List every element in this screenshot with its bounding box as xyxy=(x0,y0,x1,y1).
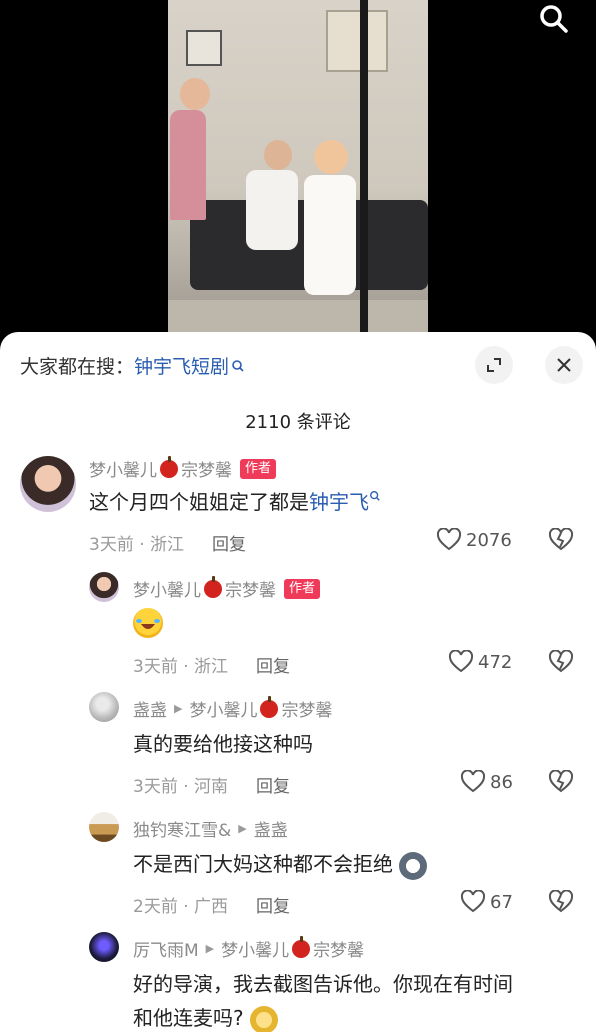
avatar[interactable] xyxy=(89,812,119,842)
close-icon xyxy=(557,358,571,372)
comment-text: 不是西门大妈这种都不会拒绝 xyxy=(133,848,428,880)
like-count: 472 xyxy=(478,651,513,673)
like-button[interactable]: 472 xyxy=(448,650,512,674)
search-icon xyxy=(232,359,244,372)
broken-heart-icon xyxy=(548,889,574,913)
comment-meta: 2天前 · 广西 回复 xyxy=(133,897,291,917)
avatar[interactable] xyxy=(89,572,119,602)
reply-arrow-icon: ▶ xyxy=(205,942,215,955)
wall-picture xyxy=(326,10,388,72)
broken-heart-icon xyxy=(548,527,574,551)
hot-search-keyword[interactable]: 钟宇飞短剧 xyxy=(134,352,229,379)
heart-icon xyxy=(436,528,462,551)
dislike-button[interactable] xyxy=(548,889,574,918)
reply-button[interactable]: 回复 xyxy=(256,657,290,677)
person-head xyxy=(180,78,210,110)
avatar[interactable] xyxy=(89,692,119,722)
person-seated xyxy=(246,170,298,250)
comment-text-line: 和他连麦吗? xyxy=(133,1002,278,1032)
heart-icon xyxy=(460,770,486,793)
expand-button[interactable] xyxy=(475,346,513,384)
expand-icon xyxy=(487,358,501,372)
like-button[interactable]: 2076 xyxy=(436,528,512,552)
person-standing xyxy=(170,110,206,220)
heart-icon xyxy=(448,650,474,673)
reply-button[interactable]: 回复 xyxy=(256,897,290,917)
comment-author[interactable]: 独钓寒江雪& ▶ 盏盏 xyxy=(133,816,288,841)
broken-heart-icon xyxy=(548,769,574,793)
hot-search-bar[interactable]: 大家都在搜： 钟宇飞短剧 xyxy=(20,352,245,379)
apple-icon xyxy=(292,935,311,958)
apple-icon xyxy=(160,455,178,478)
comment-text: 真的要给他接这种吗 xyxy=(133,732,313,756)
comment-author[interactable]: 梦小馨儿 宗梦馨 作者 xyxy=(133,575,321,601)
broken-heart-icon xyxy=(548,649,574,673)
like-count: 2076 xyxy=(466,529,512,551)
comment-text: 这个月四个姐姐定了都是钟宇飞 xyxy=(89,486,381,518)
reply-button[interactable]: 回复 xyxy=(256,777,290,797)
search-icon xyxy=(370,491,380,501)
husky-emoji xyxy=(399,851,428,880)
like-button[interactable]: 86 xyxy=(460,770,513,794)
person-head xyxy=(314,140,348,174)
dislike-button[interactable] xyxy=(548,649,574,678)
light-stand xyxy=(360,0,368,340)
reply-arrow-icon: ▶ xyxy=(174,702,183,715)
search-icon[interactable] xyxy=(534,0,574,40)
wall-picture xyxy=(186,30,222,66)
video-frame xyxy=(168,0,428,340)
laugh-cry-emoji xyxy=(133,608,163,638)
reply-arrow-icon: ▶ xyxy=(238,822,247,835)
comment-count: 2110 条评论 xyxy=(245,412,351,433)
comment-keyword-link[interactable]: 钟宇飞 xyxy=(309,490,369,514)
apple-icon xyxy=(204,575,222,598)
apple-icon xyxy=(260,695,279,718)
hot-search-prefix: 大家都在搜： xyxy=(20,356,135,378)
avatar[interactable] xyxy=(20,456,76,512)
thinking-emoji xyxy=(249,1005,278,1032)
like-count: 86 xyxy=(490,771,513,793)
like-count: 67 xyxy=(490,891,513,913)
close-button[interactable] xyxy=(545,346,583,384)
author-badge: 作者 xyxy=(240,458,277,479)
comment-sheet: 大家都在搜： 钟宇飞短剧 2110 条评论 梦小馨儿 宗梦馨 作者 这个月四个姐姐… xyxy=(0,332,596,1032)
comment-meta: 3天前 · 河南 回复 xyxy=(133,777,291,797)
heart-icon xyxy=(460,890,486,913)
comment-text-line: 好的导演，我去截图告诉他。你现在有时间 xyxy=(133,972,513,996)
author-badge: 作者 xyxy=(284,578,321,599)
reply-button[interactable]: 回复 xyxy=(212,535,246,555)
comment-author[interactable]: 梦小馨儿 宗梦馨 作者 xyxy=(89,455,277,481)
avatar[interactable] xyxy=(89,932,119,962)
dislike-button[interactable] xyxy=(548,769,574,798)
person-head xyxy=(264,140,292,170)
comment-author[interactable]: 厉飞雨M ▶ 梦小馨儿 宗梦馨 xyxy=(133,935,364,961)
person-seated xyxy=(304,175,356,295)
dislike-button[interactable] xyxy=(548,527,574,556)
comment-meta: 3天前 · 浙江 回复 xyxy=(133,657,291,677)
comment-meta: 3天前 · 浙江 回复 xyxy=(89,535,247,555)
video-player[interactable] xyxy=(0,0,596,340)
comment-author[interactable]: 盏盏 ▶ 梦小馨儿 宗梦馨 xyxy=(133,695,332,721)
like-button[interactable]: 67 xyxy=(460,890,513,914)
